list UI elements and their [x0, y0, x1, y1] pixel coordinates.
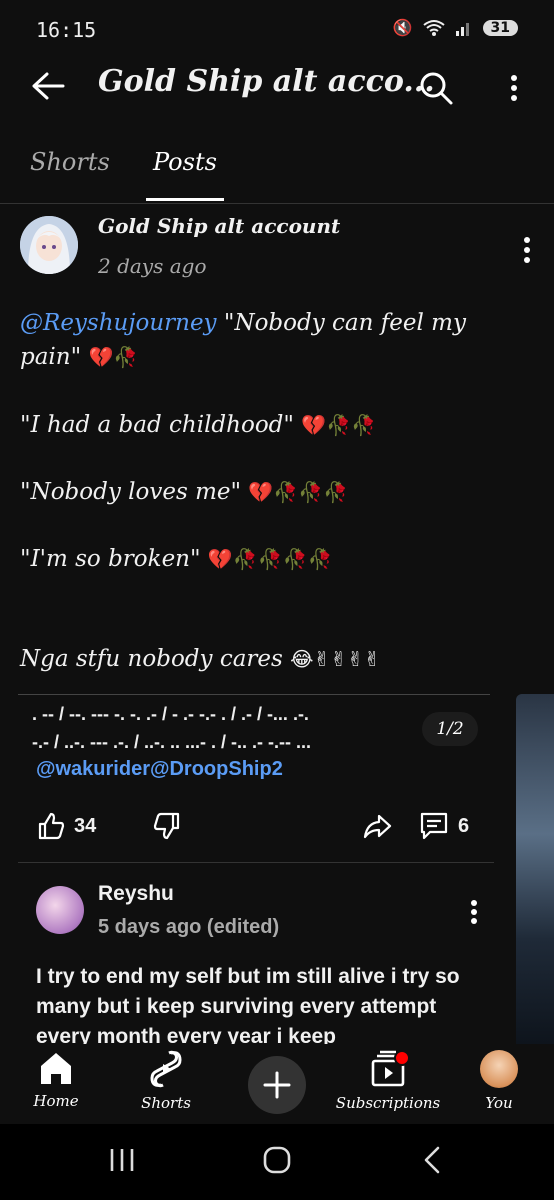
notification-badge [394, 1050, 410, 1066]
nav-label: You [485, 1094, 513, 1112]
comment-timestamp: 5 days ago (edited) [98, 916, 280, 938]
subscriptions-icon-wrap [368, 1050, 410, 1088]
like-button[interactable]: 34 [36, 808, 96, 844]
active-tab-indicator [146, 198, 224, 201]
system-home-icon [263, 1146, 291, 1174]
post-line: pain" 💔🥀 [20, 344, 138, 370]
emoji-group: 💔🥀🥀🥀 [248, 480, 348, 504]
recents-button[interactable] [92, 1140, 152, 1180]
back-button[interactable] [26, 64, 70, 108]
post-text: "Nobody can feel my [216, 310, 466, 336]
shorts-icon [150, 1050, 182, 1088]
recents-icon [110, 1149, 134, 1171]
like-count: 34 [74, 814, 97, 837]
you-avatar [480, 1050, 518, 1088]
back-arrow-icon [32, 72, 65, 100]
nav-subscriptions[interactable]: Subscriptions [336, 1050, 440, 1112]
post-text: "I'm so broken" [20, 546, 201, 572]
carousel-page-indicator: 1/2 [422, 712, 478, 746]
quoted-mention-link[interactable]: @wakurider@DroopShip2 [36, 758, 283, 781]
nav-you[interactable]: You [474, 1050, 524, 1112]
page-title: Gold Ship alt acco... [98, 64, 435, 99]
comment-text: I try to end my self but im still alive … [36, 965, 460, 1044]
more-vert-icon [524, 237, 530, 263]
post-text: "Nobody loves me" [20, 479, 242, 505]
wifi-icon [422, 19, 445, 36]
emoji-group: 💔🥀 [88, 345, 139, 369]
quoted-text: -.- / ..-. --- .-. / ..-. .. ...- . / -.… [32, 732, 311, 752]
post-text: Nga stfu nobody cares [20, 646, 283, 672]
avatar-image [20, 216, 78, 274]
post-options-button[interactable] [512, 230, 542, 270]
battery-indicator: 31 [482, 19, 518, 36]
mute-icon: 🔇 [392, 18, 413, 37]
more-vert-icon [511, 75, 517, 101]
emoji-group: 💔🥀🥀🥀🥀 [207, 547, 333, 571]
system-back-button[interactable] [402, 1140, 462, 1180]
status-icons: 🔇 31 [393, 18, 518, 37]
post-line: "I had a bad childhood" 💔🥀🥀 [20, 412, 376, 438]
tab-shorts[interactable]: Shorts [30, 148, 110, 176]
nav-label: Subscriptions [335, 1094, 441, 1112]
emoji-group: 😂✌✌✌✌ [290, 647, 381, 671]
nav-label: Home [33, 1092, 79, 1110]
post-text: pain" [20, 344, 82, 370]
share-icon [363, 814, 392, 839]
post-author[interactable]: Gold Ship alt account [98, 214, 340, 238]
author-avatar[interactable] [20, 216, 78, 274]
system-home-button[interactable] [247, 1140, 307, 1180]
tab-posts[interactable]: Posts [153, 148, 217, 176]
nav-home[interactable]: Home [28, 1050, 84, 1110]
carousel-next-image[interactable] [516, 694, 554, 1044]
tabs-divider [0, 203, 554, 204]
comments-button[interactable]: 6 [418, 808, 469, 844]
dislike-icon [153, 812, 180, 840]
status-time: 16:15 [36, 18, 97, 42]
divider [18, 694, 490, 695]
nav-label: Shorts [141, 1094, 191, 1112]
system-back-icon [424, 1146, 440, 1174]
signal-icon [455, 22, 469, 36]
post-text: "I had a bad childhood" [20, 412, 294, 438]
comment-icon [420, 812, 448, 840]
commenter-avatar[interactable] [36, 886, 84, 934]
emoji-group: 💔🥀🥀 [301, 413, 376, 437]
post-line: "Nobody loves me" 💔🥀🥀🥀 [20, 479, 348, 505]
plus-icon [263, 1071, 291, 1099]
comment-count: 6 [458, 814, 470, 837]
divider [18, 862, 494, 863]
search-button[interactable] [412, 64, 460, 112]
quoted-text: . -- / --. --- -. -. .- / - .- -.- . / .… [32, 704, 309, 724]
more-options-button[interactable] [494, 64, 534, 112]
post-timestamp: 2 days ago [98, 254, 207, 278]
create-button[interactable] [248, 1056, 306, 1114]
post-line: "I'm so broken" 💔🥀🥀🥀🥀 [20, 546, 332, 572]
search-icon [420, 72, 453, 105]
post-line: @Reyshujourney "Nobody can feel my [20, 310, 466, 336]
post-line: Nga stfu nobody cares 😂✌✌✌✌ [20, 646, 381, 672]
like-icon [38, 812, 65, 840]
more-vert-icon [471, 900, 477, 924]
nav-shorts[interactable]: Shorts [130, 1050, 202, 1112]
comment-options-button[interactable] [460, 895, 488, 929]
home-icon [41, 1053, 71, 1084]
share-button[interactable] [362, 808, 392, 844]
comment-author[interactable]: Reyshu [98, 882, 174, 906]
dislike-button[interactable] [152, 808, 182, 844]
mention-link[interactable]: @Reyshujourney [20, 310, 217, 336]
